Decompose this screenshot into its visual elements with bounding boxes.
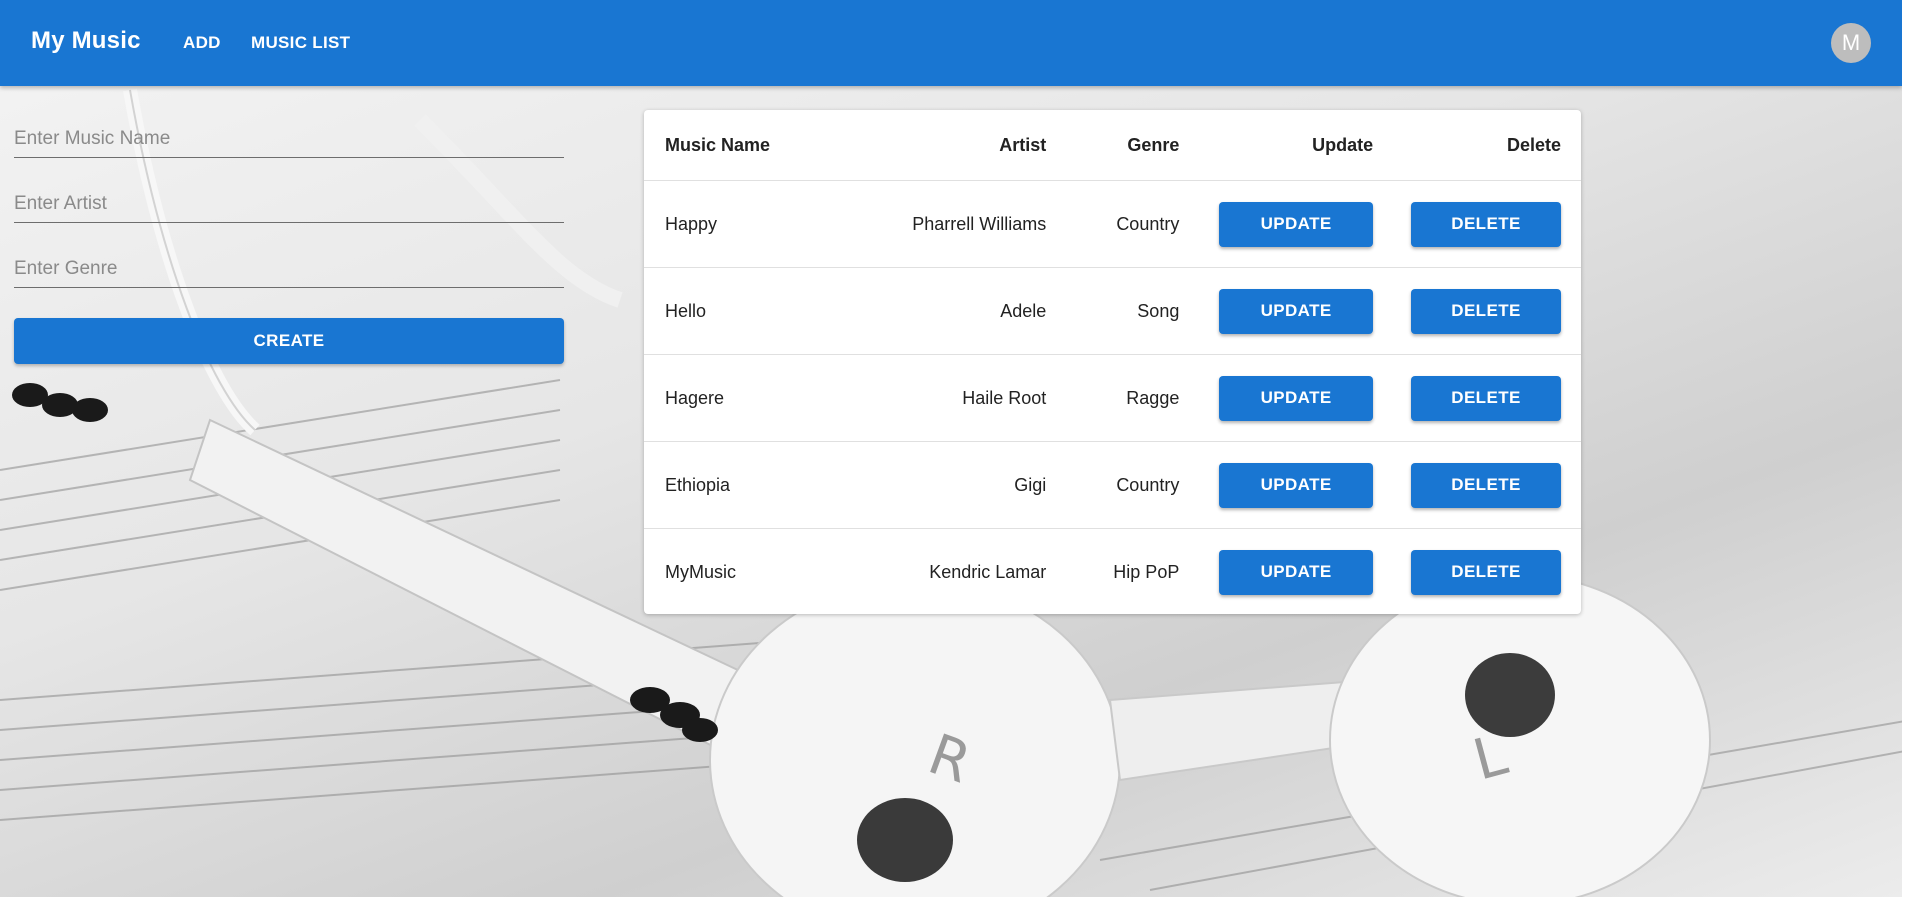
- delete-button[interactable]: DELETE: [1411, 288, 1561, 334]
- table-row: Ethiopia Gigi Country UPDATE DELETE: [644, 441, 1581, 529]
- create-button[interactable]: CREATE: [14, 318, 564, 364]
- cell-update: UPDATE: [1179, 267, 1374, 355]
- delete-button[interactable]: DELETE: [1411, 201, 1561, 247]
- app-title[interactable]: My Music: [31, 27, 141, 55]
- cell-music-name: Hagere: [644, 354, 859, 442]
- music-name-input[interactable]: [14, 120, 564, 158]
- cell-artist: Adele: [858, 267, 1047, 355]
- delete-button[interactable]: DELETE: [1411, 549, 1561, 595]
- cell-delete: DELETE: [1373, 441, 1581, 529]
- header-genre: Genre: [1046, 110, 1180, 181]
- header-music-name: Music Name: [644, 110, 859, 181]
- delete-button[interactable]: DELETE: [1411, 462, 1561, 508]
- cell-genre: Song: [1046, 267, 1180, 355]
- music-table: Music Name Artist Genre Update Delete Ha…: [644, 110, 1581, 614]
- cell-music-name: Hello: [644, 267, 859, 355]
- cell-genre: Country: [1046, 180, 1180, 268]
- update-button[interactable]: UPDATE: [1219, 462, 1374, 508]
- cell-update: UPDATE: [1179, 180, 1374, 268]
- genre-field-wrapper: [14, 250, 564, 292]
- cell-update: UPDATE: [1179, 441, 1374, 529]
- artist-input[interactable]: [14, 185, 564, 223]
- cell-delete: DELETE: [1373, 354, 1581, 442]
- music-name-field-wrapper: [14, 120, 564, 162]
- cell-music-name: MyMusic: [665, 561, 736, 582]
- music-table-card: Music Name Artist Genre Update Delete Ha…: [644, 110, 1581, 614]
- update-button[interactable]: UPDATE: [1219, 549, 1374, 595]
- cell-update: UPDATE: [1179, 354, 1374, 442]
- cell-music-name: Ethiopia: [644, 441, 859, 529]
- cell-genre: Ragge: [1046, 354, 1180, 442]
- nav-music-list-link[interactable]: MUSIC LIST: [251, 33, 350, 53]
- update-button[interactable]: UPDATE: [1219, 201, 1374, 247]
- app-bar: My Music ADD MUSIC LIST M: [0, 0, 1902, 86]
- artist-field-wrapper: [14, 185, 564, 227]
- header-artist: Artist: [858, 110, 1047, 181]
- avatar[interactable]: M: [1831, 23, 1871, 63]
- genre-input[interactable]: [14, 250, 564, 288]
- add-music-form: CREATE: [14, 120, 564, 364]
- cell-artist: Pharrell Williams: [858, 180, 1047, 268]
- cell-genre: Country: [1046, 441, 1180, 529]
- delete-button[interactable]: DELETE: [1411, 375, 1561, 421]
- cell-artist: Gigi: [858, 441, 1047, 529]
- table-header-row: Music Name Artist Genre Update Delete: [644, 110, 1581, 181]
- cell-delete: DELETE: [1373, 267, 1581, 355]
- cell-delete: DELETE: [1373, 180, 1581, 268]
- table-row: Happy Pharrell Williams Country UPDATE D…: [644, 180, 1581, 268]
- table-row: Hagere Haile Root Ragge UPDATE DELETE: [644, 354, 1581, 442]
- cell-genre: Hip PoP: [1113, 561, 1180, 582]
- header-delete: Delete: [1373, 110, 1581, 181]
- update-button[interactable]: UPDATE: [1219, 375, 1374, 421]
- cell-update: UPDATE: [1179, 529, 1374, 615]
- cell-delete: DELETE: [1373, 529, 1581, 615]
- cell-music-name: Happy: [644, 180, 859, 268]
- update-button[interactable]: UPDATE: [1219, 288, 1374, 334]
- header-update: Update: [1179, 110, 1374, 181]
- window-right-edge: [1902, 0, 1911, 897]
- cell-artist: Kendric Lamar: [929, 561, 1047, 582]
- table-row: Hello Adele Song UPDATE DELETE: [644, 267, 1581, 355]
- table-row: MyMusic Kendric Lamar Hip PoP UPDATE DEL…: [644, 529, 1581, 615]
- cell-artist: Haile Root: [858, 354, 1047, 442]
- nav-add-link[interactable]: ADD: [183, 33, 221, 53]
